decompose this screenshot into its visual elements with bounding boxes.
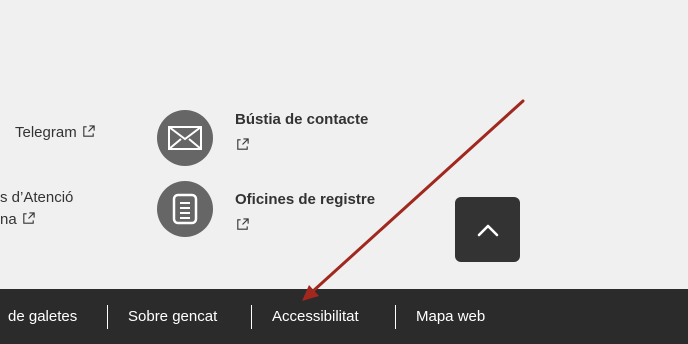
telegram-label: Telegram	[15, 124, 77, 141]
footer-link-mapa-web[interactable]: Mapa web	[416, 308, 485, 326]
external-link-icon	[23, 212, 35, 224]
document-icon	[157, 181, 213, 237]
bustia-label: Bústia de contacte	[235, 111, 369, 128]
envelope-icon	[157, 110, 213, 166]
chevron-up-icon	[477, 224, 498, 236]
oficines-link[interactable]: Oficines de registre	[235, 190, 375, 236]
footer-separator	[107, 305, 108, 329]
footer-link-sobre-gencat[interactable]: Sobre gencat	[128, 308, 217, 326]
atencio-link[interactable]: s d’Atenció na	[0, 188, 73, 230]
footer-separator	[395, 305, 396, 329]
external-link-icon	[237, 218, 249, 230]
back-to-top-button[interactable]	[455, 197, 520, 262]
external-link-icon	[83, 125, 95, 137]
footer-separator	[251, 305, 252, 329]
external-link-icon	[237, 138, 249, 150]
oficines-label: Oficines de registre	[235, 191, 376, 208]
footer-link-galetes[interactable]: de galetes	[8, 308, 77, 326]
atencio-label-line2: na	[0, 211, 17, 228]
footer-bar: de galetes Sobre gencat Accessibilitat M…	[0, 289, 688, 344]
atencio-label-line1: s d’Atenció	[0, 189, 74, 206]
footer-link-accessibilitat[interactable]: Accessibilitat	[272, 308, 359, 326]
telegram-link[interactable]: Telegram	[15, 123, 96, 143]
bustia-link[interactable]: Bústia de contacte	[235, 110, 368, 156]
